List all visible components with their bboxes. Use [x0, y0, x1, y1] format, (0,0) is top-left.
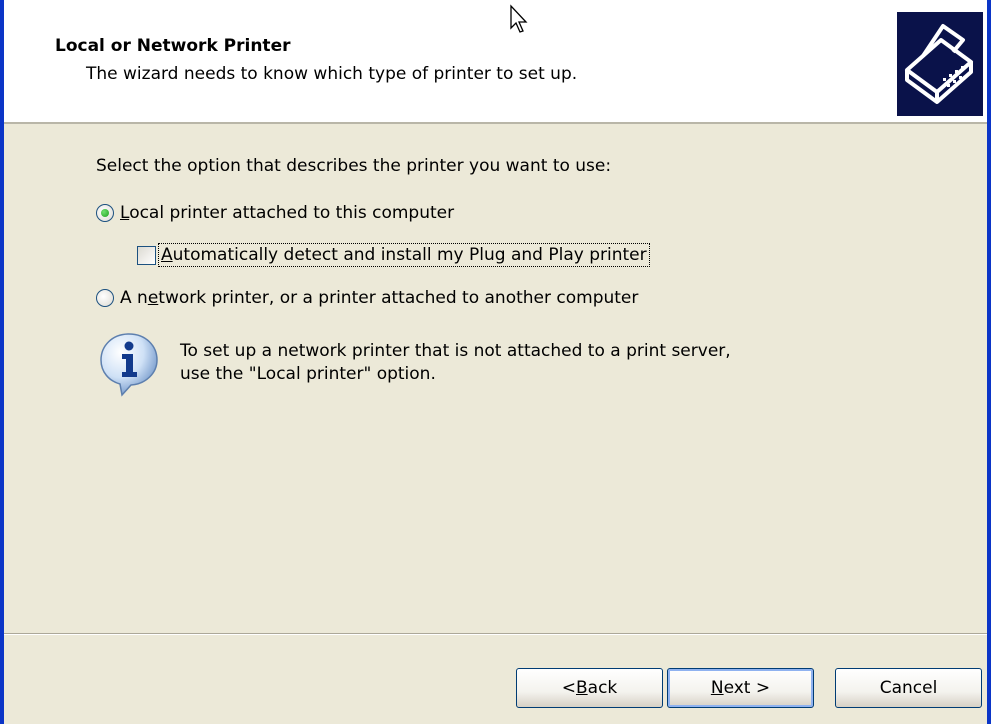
local-printer-radio[interactable]: Local printer attached to this computer	[96, 203, 454, 223]
radio-button-unchecked[interactable]	[96, 289, 114, 307]
wizard-header: Local or Network Printer The wizard need…	[4, 0, 987, 124]
auto-detect-label: Automatically detect and install my Plug…	[158, 243, 650, 267]
info-message: To set up a network printer that is not …	[180, 340, 731, 386]
mouse-cursor-icon	[507, 4, 537, 34]
info-line-2: use the "Local printer" option.	[180, 364, 436, 384]
page-title: Local or Network Printer	[55, 36, 291, 56]
next-button[interactable]: Next >	[667, 668, 814, 708]
network-printer-label: A network printer, or a printer attached…	[120, 288, 639, 308]
page-subtitle: The wizard needs to know which type of p…	[86, 64, 578, 84]
add-printer-wizard-window: Local or Network Printer The wizard need…	[0, 0, 991, 724]
instruction-text: Select the option that describes the pri…	[96, 156, 612, 176]
info-line-1: To set up a network printer that is not …	[180, 341, 731, 361]
auto-detect-checkbox[interactable]: Automatically detect and install my Plug…	[137, 243, 650, 267]
cancel-button[interactable]: Cancel	[835, 668, 982, 708]
back-button[interactable]: < Back	[516, 668, 663, 708]
footer-divider	[4, 633, 987, 635]
info-icon	[98, 332, 160, 398]
local-printer-label: Local printer attached to this computer	[120, 203, 455, 223]
printer-icon	[897, 12, 983, 116]
network-printer-radio[interactable]: A network printer, or a printer attached…	[96, 288, 638, 308]
checkbox-unchecked[interactable]	[137, 245, 156, 265]
radio-button-checked[interactable]	[96, 204, 114, 222]
